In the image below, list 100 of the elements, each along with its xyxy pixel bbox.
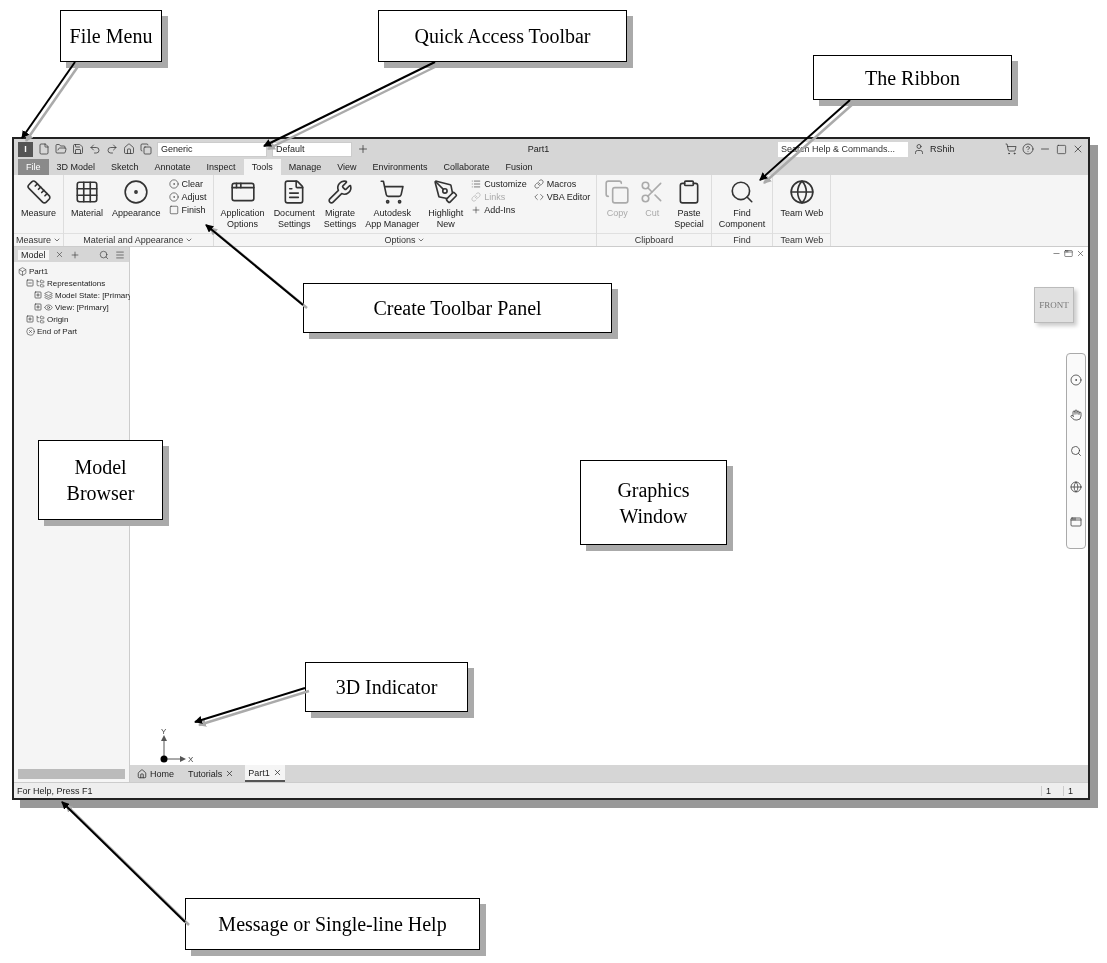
menu-icon[interactable] [115, 249, 125, 260]
cart-icon[interactable] [1005, 143, 1017, 155]
tree-item[interactable]: Representations [47, 278, 106, 288]
status-cell: 1 [1041, 785, 1063, 796]
list-icon [471, 179, 482, 189]
ribbon-button[interactable]: Migrate Settings [322, 179, 358, 233]
grid-icon [74, 179, 100, 205]
panel-title[interactable]: Measure [16, 234, 61, 246]
ribbon-button[interactable]: Appearance [111, 179, 162, 233]
ribbon-tab[interactable]: Sketch [103, 159, 147, 175]
ribbon-tab[interactable]: Collaborate [435, 159, 498, 175]
browser-tab[interactable]: Model [18, 249, 49, 260]
ribbon-tab[interactable]: Manage [280, 159, 330, 175]
save-icon[interactable] [72, 143, 84, 155]
open-folder-icon[interactable] [55, 143, 67, 155]
close-circle-icon [26, 326, 35, 336]
close-icon[interactable] [272, 768, 282, 777]
zoom-icon[interactable] [1070, 445, 1082, 457]
new-file-icon[interactable] [38, 143, 50, 155]
ribbon-small-button[interactable]: Customize [471, 179, 527, 189]
plus-icon [471, 205, 482, 215]
globe-icon [788, 179, 815, 205]
ribbon-tab[interactable]: Environments [364, 159, 436, 175]
user-name[interactable]: RShih [930, 144, 1000, 154]
status-cell: 1 [1063, 785, 1085, 796]
ribbon-small-button[interactable]: VBA Editor [533, 192, 591, 202]
home-icon[interactable] [123, 143, 135, 155]
ribbon-button[interactable]: Material [70, 179, 105, 233]
collapse-icon[interactable] [26, 279, 34, 287]
ribbon-tab[interactable]: Tools [243, 159, 281, 175]
view-cube[interactable]: FRONT [1034, 287, 1074, 323]
appearance-dropdown[interactable]: Default [272, 141, 352, 157]
redo-icon[interactable] [106, 143, 118, 155]
panel-title[interactable]: Team Web [780, 234, 824, 246]
caret-icon [185, 236, 194, 244]
ribbon-button[interactable]: Application Options [219, 179, 266, 233]
plus-icon[interactable] [69, 249, 80, 260]
cube-icon [18, 266, 27, 276]
home-icon [137, 768, 147, 779]
view-face-icon[interactable] [1070, 516, 1082, 529]
ribbon-small-button[interactable]: Macros [533, 179, 591, 189]
file-menu-logo[interactable]: I [18, 141, 33, 157]
tree-item[interactable]: View: [Primary] [55, 302, 109, 312]
cart-icon [379, 179, 406, 205]
status-message: For Help, Press F1 [17, 785, 94, 796]
ribbon-small-button[interactable]: Finish [168, 205, 207, 215]
window-title: Part1 [526, 144, 551, 154]
help-icon[interactable] [1022, 143, 1034, 155]
ribbon-tab[interactable]: 3D Model [48, 159, 104, 175]
maximize-icon[interactable] [1056, 143, 1067, 155]
search-icon[interactable] [99, 249, 109, 260]
ruler-icon [25, 179, 52, 205]
expand-icon[interactable] [34, 291, 42, 299]
sphere-icon [123, 179, 150, 205]
panel-title[interactable]: Clipboard [634, 234, 674, 246]
panel-title[interactable]: Find [733, 234, 751, 246]
ribbon-small-button[interactable]: Adjust [168, 192, 207, 202]
ball-icon [168, 179, 179, 189]
pan-icon[interactable] [1070, 409, 1082, 422]
ribbon-tab[interactable]: Annotate [146, 159, 199, 175]
ribbon-button[interactable]: Highlight New [427, 179, 465, 233]
copy-icon [604, 179, 631, 205]
ribbon-button[interactable]: Paste Special [673, 179, 705, 233]
close-icon[interactable] [1076, 249, 1085, 258]
ribbon-small-button[interactable]: Add-Ins [471, 205, 527, 215]
ribbon-button[interactable]: Measure [20, 179, 57, 233]
code-icon [533, 192, 544, 202]
ribbon-tab[interactable]: View [329, 159, 365, 175]
link-icon [471, 192, 482, 202]
close-icon[interactable] [1072, 143, 1084, 155]
ribbon-button[interactable]: Autodesk App Manager [364, 179, 421, 233]
ribbon-button[interactable]: Team Web [779, 179, 825, 233]
ribbon-tab[interactable]: Fusion [497, 159, 541, 175]
link-icon [533, 179, 544, 189]
navigation-bar[interactable] [1066, 353, 1086, 549]
document-tab[interactable]: Part1 [245, 765, 285, 782]
plus-icon[interactable] [357, 143, 369, 155]
tree-item[interactable]: Origin [47, 314, 69, 324]
caret-icon [417, 236, 426, 244]
copy-icon[interactable] [140, 143, 152, 155]
undo-icon[interactable] [89, 143, 101, 155]
user-icon[interactable] [913, 143, 925, 155]
restore-icon[interactable] [1064, 249, 1073, 258]
wrench-icon [326, 179, 353, 205]
eye-icon [44, 302, 53, 312]
panel-title[interactable]: Options [384, 234, 426, 246]
close-icon[interactable] [225, 769, 235, 778]
ribbon-small-button[interactable]: Clear [168, 179, 207, 189]
caret-icon [53, 236, 61, 244]
tree-item[interactable]: Part1 [29, 266, 49, 276]
tree-item[interactable]: End of Part [37, 326, 78, 336]
ribbon-button[interactable]: Document Settings [272, 179, 316, 233]
material-dropdown[interactable]: Generic [157, 141, 267, 157]
expand-icon[interactable] [34, 303, 42, 311]
panel-title[interactable]: Material and Appearance [83, 234, 194, 246]
layers-icon [44, 290, 53, 300]
ribbon-tab[interactable]: Inspect [198, 159, 244, 175]
close-icon[interactable] [54, 250, 64, 259]
ribbon-button[interactable]: Find Component [717, 179, 767, 233]
expand-icon[interactable] [26, 315, 34, 323]
